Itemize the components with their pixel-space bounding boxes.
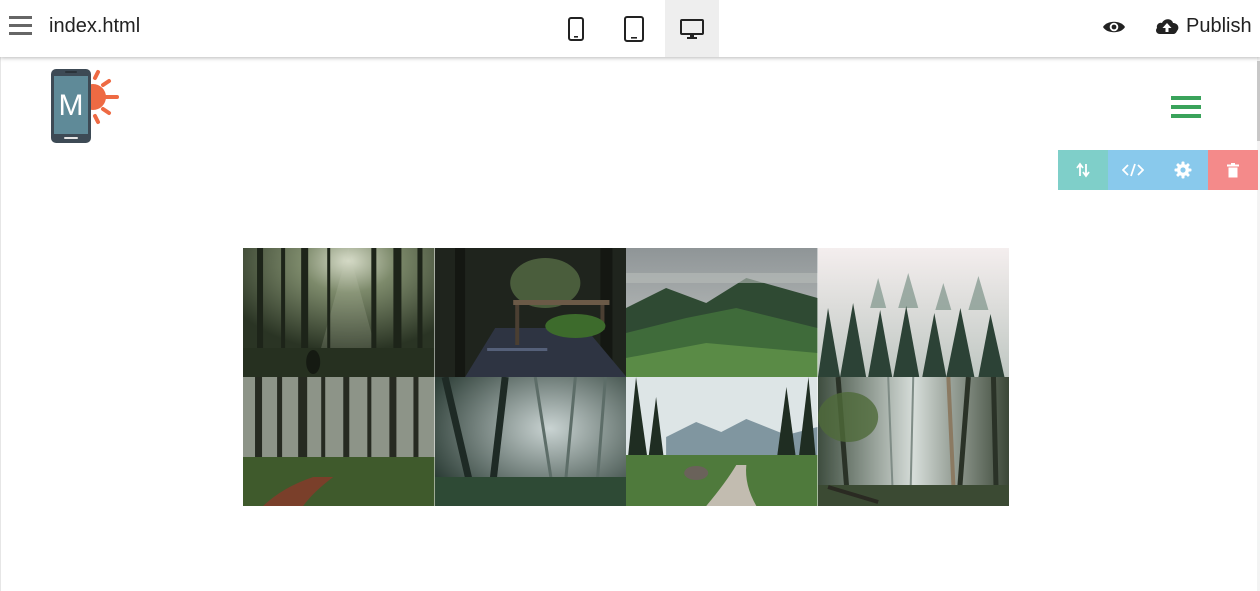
device-mobile-button[interactable]	[549, 0, 603, 57]
image-gallery	[243, 248, 1009, 506]
preview-button[interactable]	[1101, 14, 1127, 40]
site-menu-icon[interactable]	[1168, 94, 1204, 120]
gallery-image[interactable]	[626, 248, 818, 377]
birch-forest-photo	[817, 377, 1009, 506]
editor-topbar: index.html Publish	[0, 0, 1260, 57]
gear-icon	[1174, 161, 1192, 179]
forest-photo	[243, 248, 435, 377]
forest-trail-photo	[243, 377, 435, 506]
site-logo[interactable]: M	[49, 67, 125, 147]
gallery-image[interactable]	[243, 248, 435, 377]
delete-block-button[interactable]	[1208, 150, 1258, 190]
misty-forest-photo	[434, 377, 626, 506]
gallery-image[interactable]	[434, 377, 626, 506]
gallery-image[interactable]	[817, 377, 1009, 506]
code-icon	[1122, 163, 1144, 177]
gallery-image[interactable]	[626, 377, 818, 506]
smartphone-icon	[568, 16, 584, 41]
foggy-pines-photo	[817, 248, 1009, 377]
edit-code-button[interactable]	[1108, 150, 1158, 190]
hamburger-menu-icon[interactable]	[8, 14, 34, 38]
swap-vertical-icon	[1076, 162, 1090, 178]
file-name: index.html	[49, 15, 141, 37]
block-settings-button[interactable]	[1158, 150, 1208, 190]
forest-path-photo	[434, 248, 626, 377]
publish-label: Publish	[1186, 14, 1252, 37]
editor-canvas: M	[0, 57, 1260, 591]
block-toolbar	[1058, 150, 1258, 190]
cloud-upload-icon	[1156, 19, 1179, 34]
device-desktop-button[interactable]	[665, 0, 719, 57]
gallery-image[interactable]	[243, 377, 435, 506]
gallery-image[interactable]	[434, 248, 626, 377]
mountain-photo	[626, 248, 818, 377]
desktop-monitor-icon	[680, 18, 704, 39]
mountain-road-photo	[626, 377, 818, 506]
logo-letter: M	[59, 89, 84, 122]
eye-icon	[1103, 21, 1125, 33]
gallery-image[interactable]	[817, 248, 1009, 377]
publish-button[interactable]: Publish	[1154, 11, 1252, 41]
trash-icon	[1227, 162, 1239, 177]
phone-sun-logo: M	[51, 69, 119, 143]
device-tablet-button[interactable]	[607, 0, 661, 57]
tablet-icon	[624, 15, 644, 42]
move-block-button[interactable]	[1058, 150, 1108, 190]
